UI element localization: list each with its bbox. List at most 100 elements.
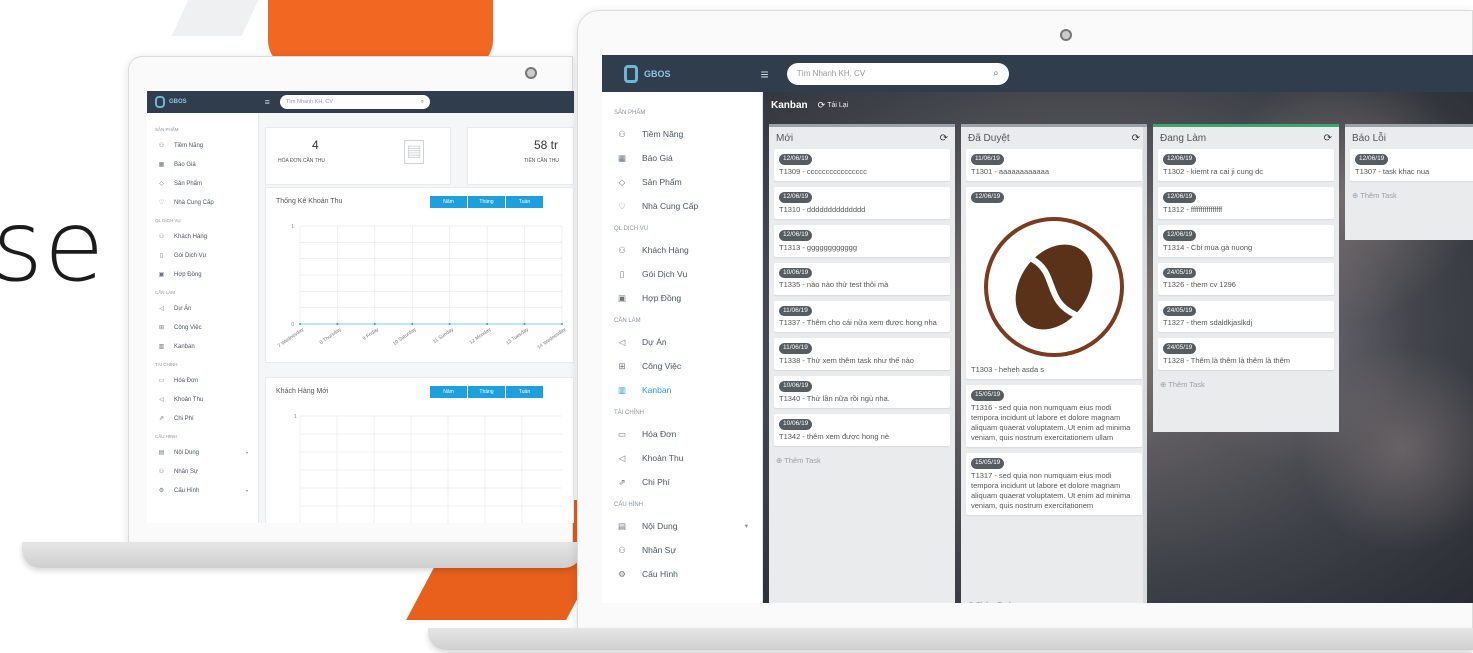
sidebar-item-khach-hang[interactable]: ⚇ Khách Hàng — [602, 238, 762, 262]
task-card[interactable]: 15/05/19 T1317 - sed quia non numquam eiu… — [966, 453, 1142, 516]
task-card[interactable]: 11/06/19 T1338 - Thử xem thêm task như th… — [774, 338, 950, 371]
sidebar-item-noi-dung[interactable]: ▤ Nội Dung ▾ — [147, 443, 258, 462]
sidebar-item-nhan-su[interactable]: ⚇ Nhân Sự — [147, 462, 258, 481]
sidebar-item-label: Nhà Cung Cấp — [174, 199, 214, 206]
x-tick-label: 9 Friday — [362, 326, 381, 342]
chevron-down-icon[interactable]: ▾ — [246, 450, 248, 455]
reload-button[interactable]: ⟳ Tải Lại — [818, 100, 849, 111]
sidebar-item-kanban[interactable]: ▥ Kanban — [147, 337, 258, 356]
sidebar-item-hoa-don[interactable]: ▭ Hóa Đơn — [602, 422, 762, 446]
task-card[interactable]: 12/06/19 T1303 - heheh asda s — [966, 186, 1142, 379]
add-task-button[interactable]: ⊕ Thêm Task — [1153, 376, 1339, 396]
sidebar-item-tiem-nang[interactable]: ⚇ Tiềm Năng — [147, 136, 258, 155]
sidebar-item-cong-viec[interactable]: ⊞ Công Việc — [602, 354, 762, 378]
sidebar-item-chi-phi[interactable]: ⇗ Chi Phí — [602, 470, 762, 494]
task-card[interactable]: 24/05/19 T1326 - them cv 1296 — [1158, 262, 1334, 295]
search-icon[interactable]: ⌕ — [421, 99, 424, 106]
sidebar-item-san-pham[interactable]: ◇ Sản Phẩm — [147, 174, 258, 193]
sidebar-item-bao-gia[interactable]: ▦ Báo Giá — [602, 146, 762, 170]
sidebar-item-goi-dich-vu[interactable]: ▯ Gói Dịch Vụ — [147, 246, 258, 265]
sidebar-item-du-an[interactable]: ◁ Dự Án — [602, 330, 762, 354]
chevron-down-icon[interactable]: ▾ — [246, 488, 248, 493]
menu-toggle-icon[interactable]: ≡ — [265, 97, 270, 107]
task-card[interactable]: 12/06/19 T1302 - kiemt ra cai ji cung dc — [1158, 149, 1334, 181]
task-card[interactable]: 10/06/19 T1340 - Thử lần nữa rồi ngủ nha. — [774, 376, 950, 409]
refresh-icon[interactable]: ⟳ — [1324, 133, 1332, 144]
income-chart: 1 07 Wednesday 8 Thursday 9 Friday 10 Saturd… — [277, 224, 568, 351]
service-icon: ▯ — [619, 268, 625, 279]
invoice-icon: ▭ — [158, 378, 165, 384]
logo-text: GBOS — [644, 68, 671, 79]
search-input[interactable]: Tìm Nhanh KH, CV ⌕ — [786, 62, 1009, 85]
sidebar-item-hop-dong[interactable]: ▣ Hợp Đồng — [602, 286, 762, 310]
task-card[interactable]: 24/05/19 T1328 - Thêm là thêm là thêm là … — [1158, 338, 1334, 371]
sidebar-item-label: Tiềm Năng — [174, 142, 204, 149]
column-scrollbar[interactable] — [1143, 127, 1147, 603]
sidebar-item-hop-dong[interactable]: ▣ Hợp Đồng — [147, 265, 258, 284]
sidebar-item-goi-dich-vu[interactable]: ▯ Gói Dịch Vụ — [602, 262, 762, 286]
task-card[interactable]: 15/05/19 T1316 - sed quia non numquam eiu… — [966, 384, 1142, 448]
search-input[interactable]: Tìm Nhanh KH, CV ⌕ — [279, 95, 430, 109]
sidebar-item-khach-hang[interactable]: ⚇ Khách Hàng — [147, 227, 258, 246]
users-icon: ⚇ — [158, 143, 165, 149]
users-icon: ⚇ — [618, 244, 626, 255]
kanban-icon: ▥ — [617, 384, 627, 395]
logo-icon — [155, 96, 165, 108]
column-header: Đã Duyệt ⟳ — [961, 127, 1147, 149]
task-text: T1337 - Thêm cho cái nữa xem được hong n… — [779, 318, 937, 328]
kanban-column: Báo Lỗi 12/06/19 T1307 - task khac nua ⊕ Th… — [1345, 124, 1473, 240]
refresh-icon[interactable]: ⟳ — [1132, 133, 1140, 144]
task-card[interactable]: 11/06/19 T1301 - aaaaaaaaaaaa — [966, 149, 1142, 181]
sidebar-item-label: Hóa Đơn — [642, 429, 677, 439]
task-card[interactable]: 12/06/19 T1309 - cccccccccccccccc — [774, 149, 950, 181]
settings-icon: ⚙ — [158, 488, 165, 494]
task-card[interactable]: 10/06/19 T1342 - thêm xem được hong nè — [774, 414, 950, 447]
sidebar-item-du-an[interactable]: ◁ Dự Án — [147, 299, 258, 318]
task-card[interactable]: 12/06/19 T1310 - dddddddddddddd — [774, 186, 950, 219]
sidebar-item-noi-dung[interactable]: ▤ Nội Dung ▾ — [602, 514, 762, 538]
pin-icon: ♡ — [618, 200, 626, 211]
sidebar-item-tiem-nang[interactable]: ⚇ Tiềm Năng — [602, 122, 762, 146]
add-task-button[interactable]: ⊕ Thêm Task — [1345, 187, 1473, 207]
task-card[interactable]: 24/05/19 T1327 - them sdaldkjaslkdj — [1158, 300, 1334, 333]
stat-label: HÓA ĐƠN CẦN THU — [278, 158, 325, 164]
add-task-button[interactable]: ⊕ Thêm Task — [961, 596, 1147, 603]
task-card[interactable]: 12/06/19 T1314 - Cbi mua gà nuong — [1158, 224, 1334, 257]
y-tick-label: 0 — [291, 322, 294, 328]
sidebar-item-kanban[interactable]: ▥ Kanban — [602, 378, 762, 402]
task-text: T1316 - sed quia non numquam eius modi t… — [971, 402, 1131, 442]
add-task-button[interactable]: ⊕ Thêm Task — [769, 452, 955, 472]
task-card[interactable]: 12/06/19 T1307 - task khac nua — [1350, 149, 1473, 181]
sidebar-item-khoan-thu[interactable]: ◁ Khoản Thu — [147, 390, 258, 409]
chart-card-income: Thống Kê Khoản Thu Năm Tháng Tuần 107 Wedn… — [265, 187, 574, 363]
refresh-icon: ⟳ — [817, 100, 826, 110]
sidebar-item-san-pham[interactable]: ◇ Sản Phẩm — [602, 170, 762, 194]
sidebar-item-label: Kanban — [642, 385, 672, 395]
task-text: T1310 - dddddddddddddd — [779, 204, 866, 214]
sidebar-item-bao-gia[interactable]: ▦ Báo Giá — [147, 155, 258, 174]
task-card[interactable]: 12/06/19 T1312 - ffffffffffffffff — [1158, 186, 1334, 219]
chart-card-new-customers: Khách Hàng Mới Năm Tháng Tuần 1 — [265, 377, 574, 523]
pin-icon: ♡ — [158, 200, 165, 206]
sidebar-item-label: Báo Giá — [174, 161, 196, 168]
quote-icon: ▦ — [617, 152, 627, 163]
sidebar-item-khoan-thu[interactable]: ◁ Khoản Thu — [602, 446, 762, 470]
search-icon[interactable]: ⌕ — [993, 68, 999, 79]
sidebar-item-cong-viec[interactable]: ⊞ Công Việc — [147, 318, 258, 337]
sidebar-item-nhan-su[interactable]: ⚇ Nhân Sự — [602, 538, 762, 562]
sidebar-item-cau-hinh[interactable]: ⚙ Cấu Hình ▾ — [147, 481, 258, 500]
refresh-icon[interactable]: ⟳ — [940, 133, 948, 144]
chevron-down-icon[interactable]: ▾ — [745, 522, 748, 530]
sidebar-item-nha-cung-cap[interactable]: ♡ Nhà Cung Cấp — [602, 194, 762, 218]
menu-toggle-icon[interactable]: ≡ — [761, 66, 769, 82]
big-screen: GBOS ≡ Tìm Nhanh KH, CV ⌕ SẢN PHẨM ⚇ Tiềm … — [602, 55, 1473, 603]
sidebar-item-cau-hinh[interactable]: ⚙ Cấu Hình — [602, 562, 762, 586]
sidebar-item-chi-phi[interactable]: ⇗ Chi Phí — [147, 409, 258, 428]
sidebar-item-nha-cung-cap[interactable]: ♡ Nhà Cung Cấp — [147, 193, 258, 212]
task-card[interactable]: 10/06/19 T1335 - nào nào thử test thôi mà — [774, 262, 950, 295]
sidebar-section-label: SẢN PHẨM — [155, 127, 179, 132]
task-card[interactable]: 12/06/19 T1313 - gggggggggggg — [774, 224, 950, 257]
sidebar-item-hoa-don[interactable]: ▭ Hóa Đơn — [147, 371, 258, 390]
income-icon: ◁ — [618, 452, 626, 463]
task-card[interactable]: 11/06/19 T1337 - Thêm cho cái nữa xem đượ… — [774, 300, 950, 333]
